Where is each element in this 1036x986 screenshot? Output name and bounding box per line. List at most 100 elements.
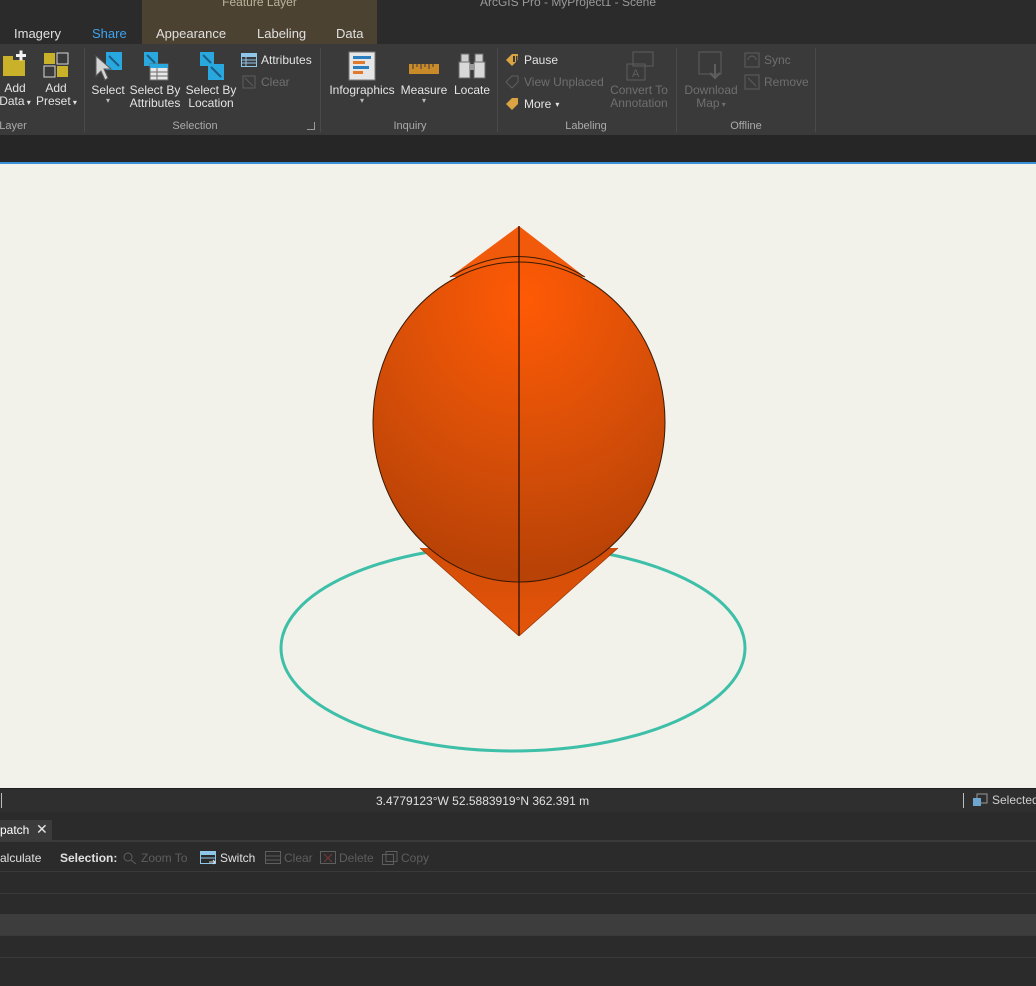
group-divider xyxy=(676,48,677,132)
coordinate-readout: 3.4779123°W 52.5883919°N 362.391 m xyxy=(376,794,590,808)
add-preset-button[interactable]: Add Preset ▾ xyxy=(36,50,77,109)
copy-icon xyxy=(382,851,398,865)
add-data-label-2: Data xyxy=(0,94,25,108)
calculate-button[interactable]: alculate xyxy=(0,851,41,865)
tab-imagery[interactable]: Imagery xyxy=(14,26,61,41)
binoculars-icon xyxy=(458,53,486,79)
tab-share[interactable]: Share xyxy=(92,26,127,41)
table-row[interactable] xyxy=(0,936,1036,958)
select-by-location-label-2: Location xyxy=(188,96,234,110)
status-bar: 3.4779123°W 52.5883919°N 362.391 m Selec… xyxy=(0,788,1036,812)
chevron-down-icon: ▾ xyxy=(24,98,31,107)
download-map-icon xyxy=(698,51,722,80)
chevron-down-icon: ▾ xyxy=(70,98,77,107)
infographics-button[interactable]: Infographics ▾ xyxy=(326,50,398,105)
add-data-button[interactable]: Add Data ▾ xyxy=(0,50,32,109)
zoom-to-icon xyxy=(123,852,137,865)
sync-icon xyxy=(744,52,760,68)
clear-selection-button[interactable]: Clear xyxy=(241,74,290,90)
pause-label: Pause xyxy=(524,53,559,67)
more-labeling-button[interactable]: More ▾ xyxy=(504,96,559,112)
zoom-to-button[interactable]: Zoom To xyxy=(122,851,187,865)
tab-labeling[interactable]: Labeling xyxy=(257,26,306,41)
switch-icon xyxy=(200,851,216,865)
remove-offline-button[interactable]: Remove xyxy=(744,74,809,90)
view-tab-strip xyxy=(0,136,1036,162)
table-icon xyxy=(241,53,257,67)
locate-button[interactable]: Locate xyxy=(452,50,492,97)
view-unplaced-button[interactable]: View Unplaced xyxy=(504,74,604,90)
convert-to-annotation-button[interactable]: A Convert To Annotation xyxy=(606,50,672,110)
view-unplaced-label: View Unplaced xyxy=(524,75,604,89)
switch-selection-button[interactable]: Switch xyxy=(200,851,255,865)
select-by-attributes-label-1: Select By xyxy=(129,83,181,97)
copy-button[interactable]: Copy xyxy=(382,851,429,865)
clear-icon xyxy=(242,75,256,89)
measure-label: Measure xyxy=(400,83,448,97)
layer-group-label: Layer xyxy=(0,120,27,132)
group-divider xyxy=(497,48,498,132)
select-by-location-button[interactable]: Select By Location xyxy=(185,50,237,110)
select-button[interactable]: Select ▾ xyxy=(90,50,126,105)
label-tag-icon xyxy=(506,98,518,110)
infographics-label: Infographics xyxy=(329,83,395,97)
delete-label: Delete xyxy=(339,851,374,865)
select-by-location-icon xyxy=(200,52,224,80)
status-divider xyxy=(1,793,2,808)
delete-icon xyxy=(320,851,336,864)
tab-appearance[interactable]: Appearance xyxy=(156,26,226,41)
pane-tab-row: patch ✕ xyxy=(0,820,1036,842)
scene-canvas[interactable] xyxy=(0,164,1036,788)
chevron-down-icon: ▾ xyxy=(359,96,364,105)
pause-labeling-button[interactable]: Pause xyxy=(504,52,558,68)
tab-data[interactable]: Data xyxy=(336,26,363,41)
measure-button[interactable]: Measure ▾ xyxy=(400,50,448,105)
add-data-label-1: Add xyxy=(4,81,26,95)
chevron-down-icon: ▾ xyxy=(719,100,726,109)
delete-button[interactable]: Delete xyxy=(320,851,374,865)
attribute-table-tab[interactable]: patch ✕ xyxy=(0,820,52,842)
attribute-table-pane: patch ✕ alculate Selection: Zoom To Swit… xyxy=(0,812,1036,986)
select-by-attributes-label-2: Attributes xyxy=(129,96,181,110)
svg-text:A: A xyxy=(632,68,640,80)
attributes-button[interactable]: Attributes xyxy=(241,52,312,68)
clear-table-label: Clear xyxy=(284,851,313,865)
inquiry-group-label: Inquiry xyxy=(393,120,427,132)
locate-label: Locate xyxy=(453,83,491,97)
table-row[interactable] xyxy=(0,872,1036,894)
selection-options-launcher[interactable] xyxy=(307,122,315,130)
sync-label: Sync xyxy=(764,53,791,67)
view-unplaced-icon xyxy=(505,75,519,89)
attributes-label: Attributes xyxy=(261,53,312,67)
group-divider xyxy=(84,48,85,132)
convert-to-annotation-label-2: Annotation xyxy=(610,96,668,110)
add-preset-label-2: Preset xyxy=(36,94,71,108)
convert-annotation-icon: A xyxy=(626,51,654,81)
remove-label: Remove xyxy=(764,75,809,89)
sync-button[interactable]: Sync xyxy=(744,52,791,68)
select-by-attributes-button[interactable]: Select By Attributes xyxy=(128,50,182,110)
clear-table-icon xyxy=(265,851,281,864)
selected-label: Selected xyxy=(992,793,1036,807)
clear-button[interactable]: Clear xyxy=(265,851,313,865)
close-icon[interactable]: ✕ xyxy=(36,821,48,838)
selected-features-status[interactable]: Selected xyxy=(972,793,1036,807)
convert-to-annotation-label-1: Convert To xyxy=(610,83,668,97)
add-preset-icon xyxy=(43,52,69,78)
offline-group-label: Offline xyxy=(730,120,762,132)
remove-icon xyxy=(744,74,760,90)
selection-group-label: Selection xyxy=(172,120,218,132)
chevron-down-icon: ▾ xyxy=(105,96,110,105)
scene-view[interactable] xyxy=(0,164,1036,788)
status-divider xyxy=(963,793,964,808)
chevron-down-icon: ▾ xyxy=(421,96,426,105)
zoom-to-label: Zoom To xyxy=(141,851,188,865)
attribute-toolbar: alculate Selection: Zoom To Switch Clear… xyxy=(0,846,1036,872)
ruler-icon xyxy=(409,64,439,74)
download-map-button[interactable]: Download Map ▾ xyxy=(682,50,740,111)
infographics-icon xyxy=(348,51,376,81)
table-row[interactable] xyxy=(0,914,1036,936)
clear-label: Clear xyxy=(261,75,290,89)
ribbon-tabs: Imagery Share Appearance Labeling Data xyxy=(0,22,1036,44)
copy-label: Copy xyxy=(401,851,430,865)
